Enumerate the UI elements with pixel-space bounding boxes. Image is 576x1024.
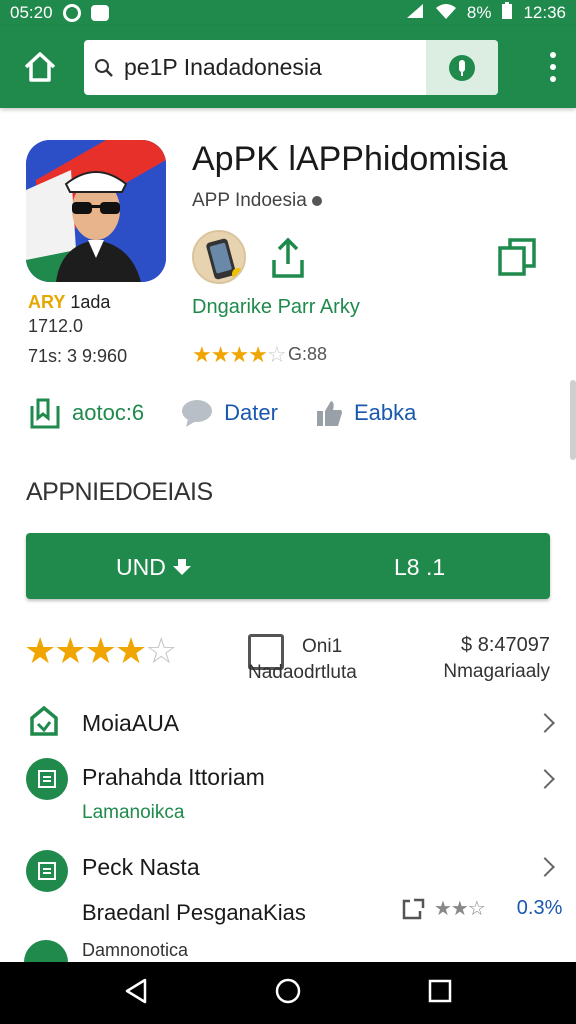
- search-icon: [84, 58, 124, 78]
- star-icon: ★: [84, 630, 117, 671]
- action-bookmark-label: aotoc:6: [72, 400, 145, 425]
- chat-icon: [182, 400, 213, 427]
- more-options-button[interactable]: [548, 52, 558, 82]
- back-button[interactable]: [123, 977, 149, 1010]
- clock-left: 05:20: [10, 3, 53, 22]
- star-half-icon: ★: [114, 630, 147, 671]
- list-item[interactable]: Peck Nasta: [0, 846, 576, 894]
- star-icon: ★: [54, 630, 86, 671]
- home-nav-button[interactable]: [274, 977, 302, 1010]
- dot: [550, 76, 556, 82]
- signal-icon: [405, 2, 425, 25]
- search-input[interactable]: [124, 54, 424, 81]
- meta-line-3: 71s: 3 9:960: [28, 346, 128, 366]
- extra-percent: 0.3%: [516, 897, 563, 919]
- share-icon: [272, 237, 304, 278]
- install-button[interactable]: UND L8 .1: [26, 533, 550, 599]
- meta-line-1: ARY 1ada: [28, 292, 110, 313]
- list-item-subtitle: Lamanoikca: [82, 802, 185, 823]
- stat-right-value: $ 8:47097: [461, 634, 550, 656]
- download-arrow-icon: [173, 559, 192, 575]
- recents-button[interactable]: [427, 978, 453, 1009]
- app-bar: [0, 26, 576, 108]
- chevron-right-icon: [535, 769, 555, 789]
- home-icon: [24, 52, 56, 82]
- list-item[interactable]: Prahahda Ittoriam Lamanoikca: [0, 756, 576, 828]
- thumbs-up-icon: [316, 401, 342, 426]
- clock-right: 12:36: [523, 3, 566, 22]
- copy-icon: [498, 238, 536, 276]
- list-item-title: MoiaAUA: [82, 710, 180, 736]
- wifi-icon: [435, 2, 457, 25]
- promo-text[interactable]: Dngarike Parr Arky: [192, 296, 360, 319]
- back-icon: [125, 978, 146, 1003]
- message-icon: [90, 5, 109, 21]
- extra-line: Braedanl PesganaKias: [82, 900, 306, 925]
- notification-icon: [62, 4, 81, 22]
- avatar[interactable]: [192, 230, 246, 284]
- star-empty-icon: ☆: [145, 630, 177, 671]
- mic-icon: [449, 54, 475, 81]
- mini-star-rating: ★★☆: [434, 898, 486, 920]
- stat-middle-value: Oni1: [302, 636, 343, 657]
- star-empty-icon: ☆: [266, 342, 287, 367]
- scrollbar[interactable]: [570, 380, 576, 460]
- bookmark-icon: [30, 398, 60, 429]
- install-left-label: UND: [116, 554, 166, 580]
- action-row: aotoc:6 Dater Eabka: [28, 390, 548, 436]
- section-heading: APPNIEDOEIAIS: [26, 478, 213, 506]
- rating-count: G:88: [288, 344, 328, 364]
- stat-right-label: Nmagariaaly: [443, 661, 550, 682]
- status-bar: 05:20 8% 12:36: [0, 0, 576, 26]
- app-icon[interactable]: [26, 140, 166, 282]
- chevron-right-icon: [535, 857, 555, 877]
- battery-icon: [501, 1, 513, 25]
- star-icon: ★: [229, 342, 249, 367]
- star-icon: ★: [210, 342, 231, 367]
- star-icon: ★: [24, 630, 56, 671]
- install-right-label: L8 .1: [394, 554, 446, 580]
- document-circle-icon: [26, 758, 68, 800]
- meta-line-1-text: 1ada: [70, 292, 111, 312]
- action-like[interactable]: Eabka: [314, 398, 416, 428]
- recents-icon: [429, 979, 452, 1002]
- developer-label: APP Indoesia: [192, 190, 307, 211]
- big-star-rating: ★★★★☆: [24, 630, 177, 672]
- home-button[interactable]: [0, 26, 80, 108]
- stat-middle: Oni1 Nadaodrtluta: [248, 634, 368, 684]
- star-icon: ★: [192, 342, 212, 367]
- app-title: ApPK lAPPhidomisia: [192, 140, 508, 178]
- list-item-title: Peck Nasta: [82, 854, 200, 880]
- list-item-title: Damnonotica: [82, 940, 189, 960]
- action-comment[interactable]: Dater: [180, 397, 278, 429]
- battery-percent: 8%: [466, 3, 492, 22]
- developer-name[interactable]: APP Indoesia: [192, 190, 323, 212]
- external-link-icon: [402, 898, 425, 919]
- home-circle-icon: [275, 978, 301, 1003]
- navigation-bar: [0, 962, 576, 1024]
- document-circle-icon: [26, 850, 68, 892]
- stat-middle-label: Nadaodrtluta: [248, 662, 357, 683]
- search-box[interactable]: [84, 40, 498, 95]
- meta-tag: ARY: [28, 292, 66, 312]
- action-like-label: Eabka: [353, 400, 417, 425]
- extra-right: ★★☆ 0.3%: [400, 896, 562, 921]
- star-half-icon: ★: [248, 342, 268, 367]
- install-left: UND: [116, 554, 192, 581]
- dot: [550, 64, 556, 70]
- store-outline-icon: [26, 704, 66, 744]
- copy-button[interactable]: [496, 236, 538, 278]
- chevron-right-icon: [535, 713, 555, 733]
- verified-icon: [312, 196, 323, 206]
- share-button[interactable]: [268, 236, 308, 280]
- action-comment-label: Dater: [224, 400, 278, 425]
- meta-line-2: 1712.0: [28, 316, 84, 336]
- voice-search-button[interactable]: [426, 40, 498, 95]
- small-star-rating: ★★★★☆: [192, 342, 287, 368]
- dot: [550, 52, 556, 58]
- action-bookmark[interactable]: aotoc:6: [28, 396, 144, 430]
- stat-right: $ 8:47097 Nmagariaaly: [443, 634, 550, 683]
- list-item-title: Prahahda Ittoriam: [82, 764, 265, 790]
- list-item[interactable]: MoiaAUA: [0, 700, 576, 748]
